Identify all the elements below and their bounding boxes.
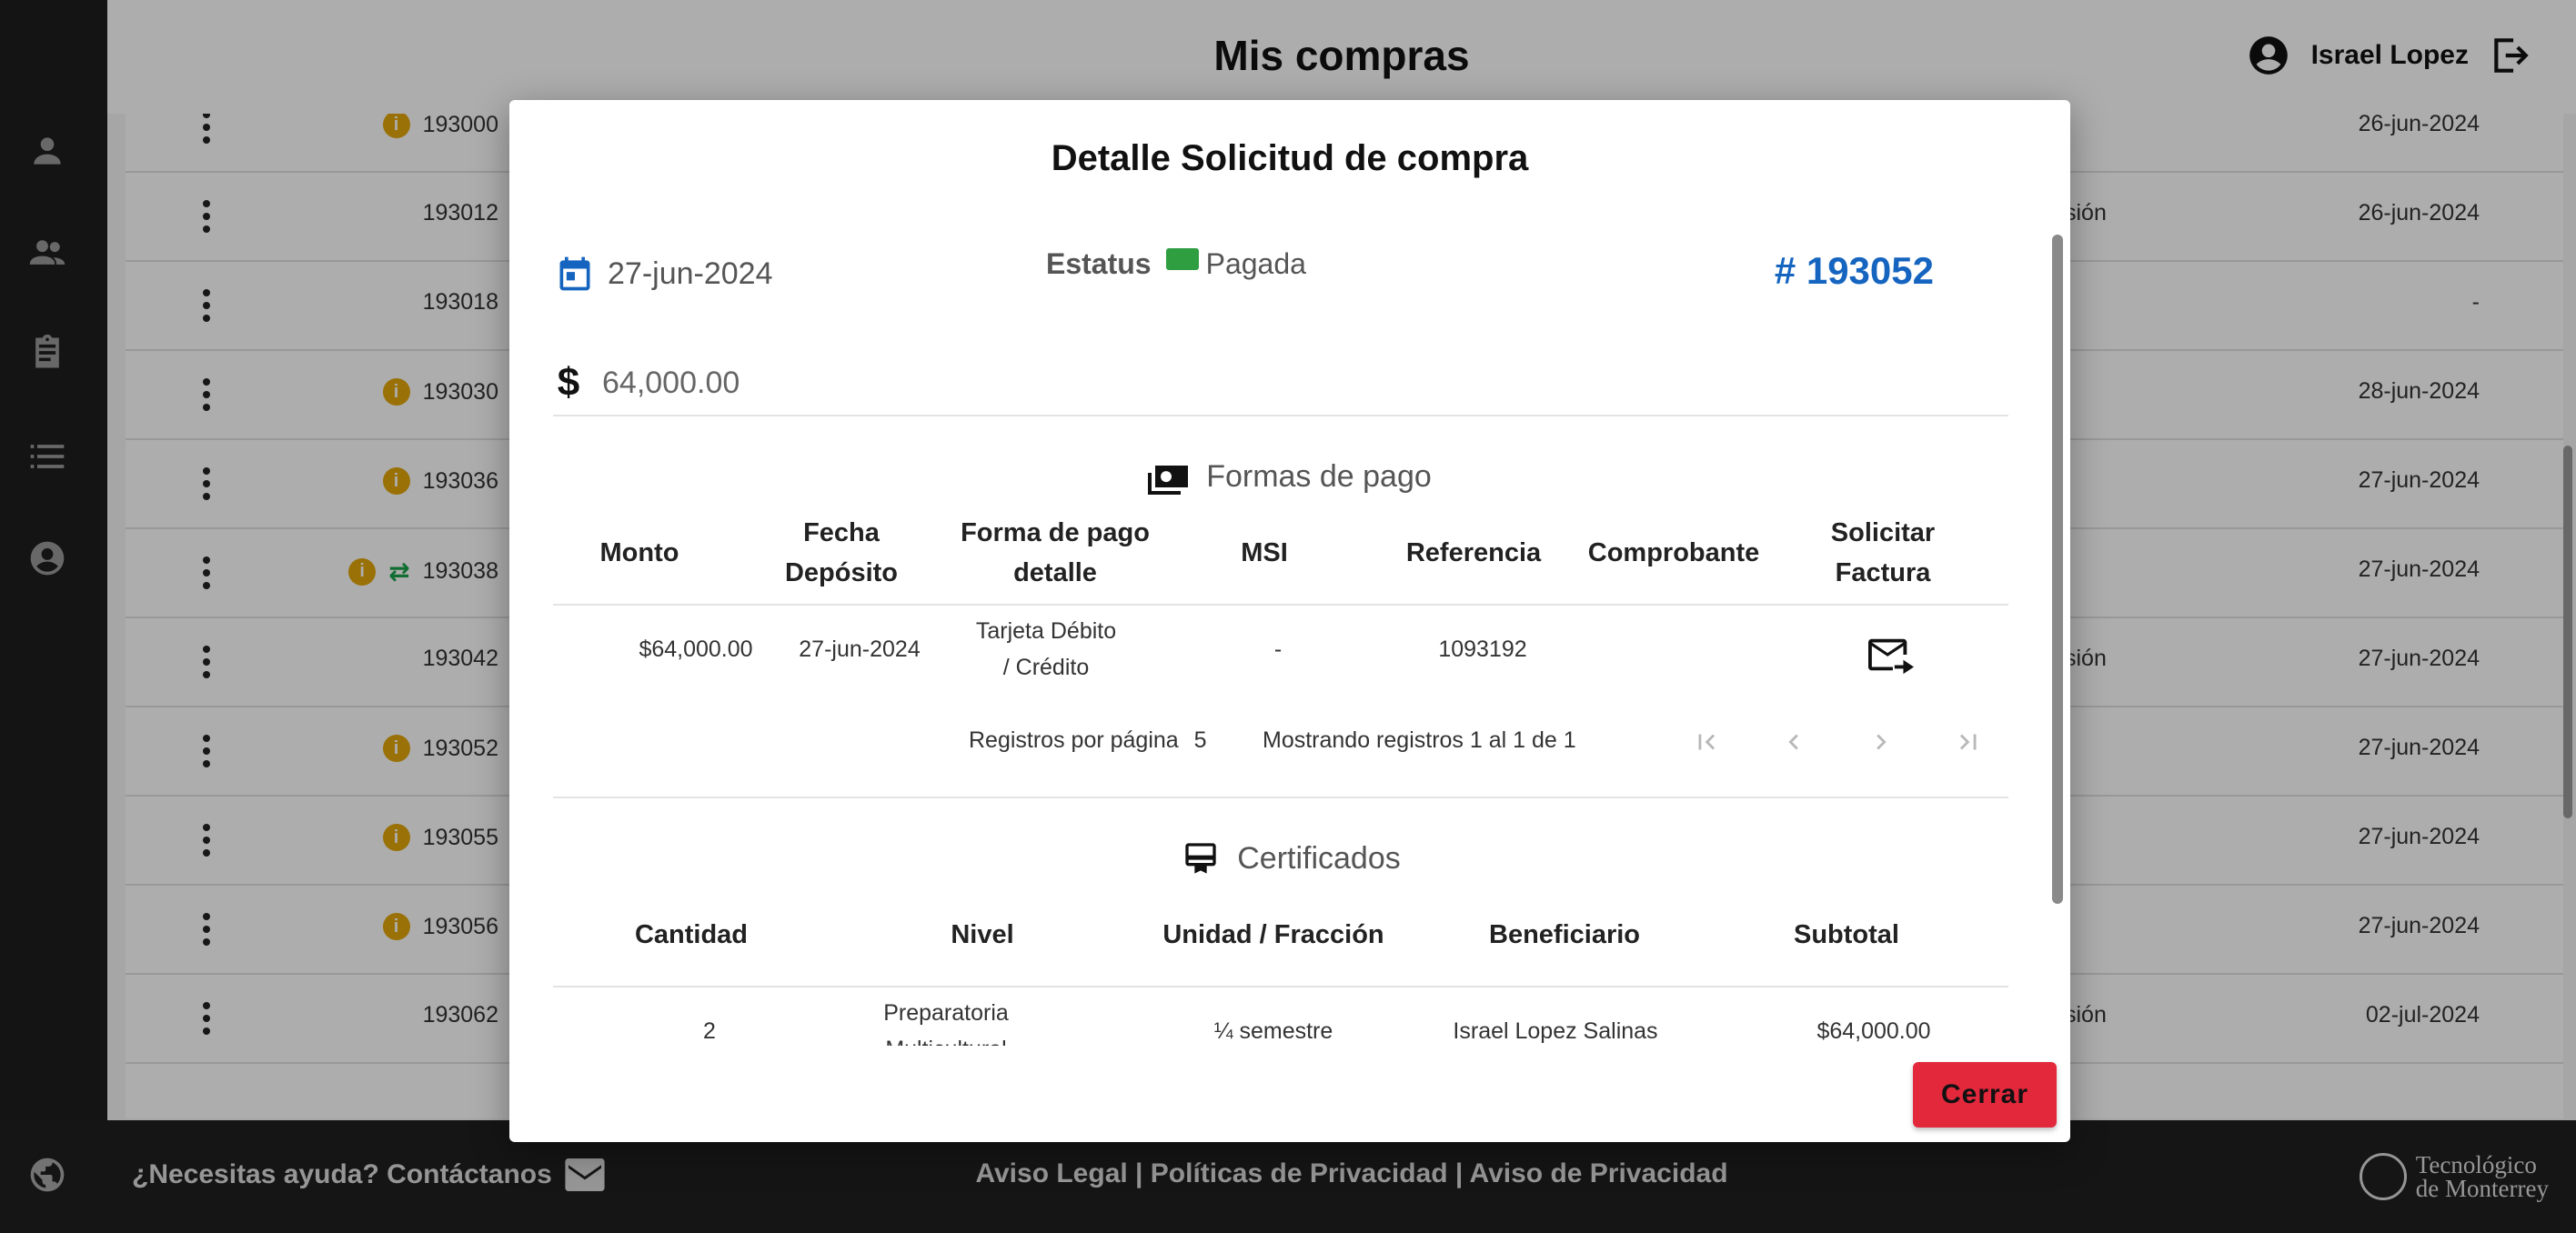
close-button[interactable]: Cerrar	[1913, 1062, 2057, 1128]
total-amount: $ 64,000.00	[555, 360, 740, 406]
modal-scrollbar[interactable]	[2052, 235, 2063, 904]
divider	[553, 986, 2008, 987]
payment-forma: Tarjeta Débito / Crédito	[975, 618, 1117, 680]
request-invoice-button[interactable]	[1868, 635, 1914, 675]
divider	[553, 797, 2008, 798]
card-membership-icon	[1185, 843, 1216, 874]
per-page-label: Registros por página	[969, 727, 1179, 753]
order-number: # 193052	[1774, 249, 1934, 292]
payment-msi: -	[1273, 637, 1283, 662]
purchase-date: 27-jun-2024	[555, 253, 772, 295]
cert-unidad: ¼ semestre	[1213, 1018, 1333, 1044]
payments-icon	[1148, 466, 1189, 495]
last-page-button[interactable]	[1950, 724, 1987, 760]
purchase-detail-modal: Detalle Solicitud de compra 27-jun-2024 …	[509, 100, 2070, 1142]
payment-fecha: 27-jun-2024	[799, 637, 921, 662]
col-forma-pago: Forma de pago detalle	[961, 518, 1150, 587]
certificates-section-title: Certificados	[509, 840, 2070, 877]
divider	[553, 415, 2008, 416]
cert-cantidad: 2	[703, 1018, 716, 1044]
col-comprobante: Comprobante	[1587, 538, 1760, 567]
divider	[553, 604, 2008, 606]
cert-beneficiario: Israel Lopez Salinas	[1453, 1018, 1658, 1044]
modal-title: Detalle Solicitud de compra	[1051, 138, 1529, 178]
date-text: 27-jun-2024	[608, 256, 773, 291]
records-summary: Mostrando registros 1 al 1 de 1	[1263, 727, 1576, 753]
calendar-icon	[559, 256, 590, 291]
first-page-icon	[1698, 734, 1716, 750]
certificates-section-label: Certificados	[1237, 840, 1401, 876]
prev-page-button[interactable]	[1776, 724, 1812, 760]
col-referencia: Referencia	[1405, 538, 1542, 567]
col-fecha-deposito: Fecha Depósito	[784, 518, 899, 587]
col-nivel: Nivel	[951, 920, 1014, 949]
col-monto: Monto	[599, 538, 679, 567]
payment-monto: $64,000.00	[639, 637, 753, 662]
cert-subtotal: $64,000.00	[1816, 1018, 1931, 1044]
col-msi: MSI	[1241, 538, 1288, 567]
chevron-left-icon	[1788, 734, 1798, 750]
money-icon	[1165, 247, 1199, 270]
payments-section-title: Formas de pago	[509, 458, 2070, 495]
last-page-icon	[1959, 734, 1977, 750]
status-badge: Estatus Pagada	[1046, 247, 1306, 281]
status-label: Estatus	[1046, 247, 1152, 280]
first-page-button[interactable]	[1688, 724, 1725, 760]
forward-mail-icon	[1868, 638, 1914, 675]
per-page-select[interactable]: 5	[1194, 727, 1207, 753]
col-solicitar-factura: Solicitar Factura	[1830, 518, 1936, 587]
col-subtotal: Subtotal	[1794, 920, 1899, 949]
next-page-button[interactable]	[1863, 724, 1899, 760]
payment-referencia: 1093192	[1438, 637, 1527, 662]
status-value: Pagada	[1205, 247, 1306, 280]
col-unidad: Unidad / Fracción	[1162, 920, 1384, 949]
col-beneficiario: Beneficiario	[1489, 920, 1640, 949]
payments-section-label: Formas de pago	[1206, 458, 1432, 494]
col-cantidad: Cantidad	[634, 920, 749, 949]
dollar-icon: $	[557, 360, 580, 405]
chevron-right-icon	[1877, 734, 1887, 750]
amount-text: 64,000.00	[602, 365, 740, 400]
per-page: Registros por página 5	[969, 727, 1207, 754]
cert-nivel: Preparatoria Multicultural	[883, 1000, 1009, 1046]
